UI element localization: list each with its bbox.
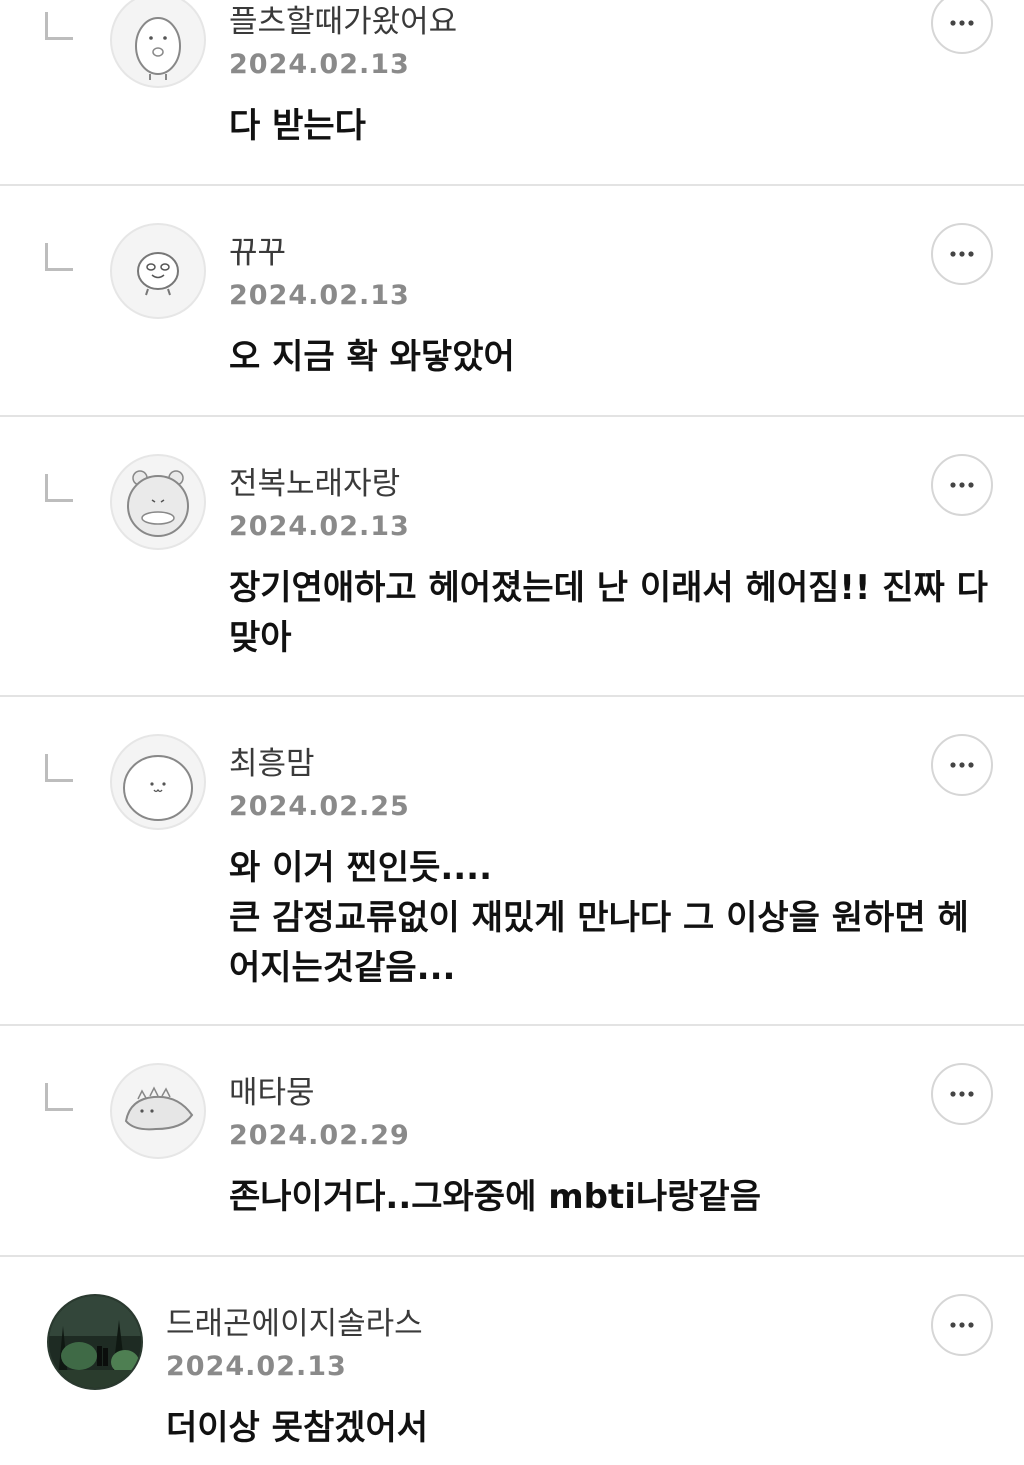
avatar[interactable] <box>110 454 206 550</box>
reply-indent-icon <box>45 12 73 40</box>
bear-character-icon <box>127 470 189 537</box>
more-options-icon <box>950 1091 974 1097</box>
comment-author[interactable]: 최흥맘 <box>229 744 315 784</box>
comment-item: 뀨꾸 2024.02.13 오 지금 확 와닿았어 <box>0 186 1024 415</box>
comment-item: 매타뭉 2024.02.29 존나이거다..그와중에 mbti나랑같음 <box>0 1026 1024 1255</box>
avatar[interactable] <box>110 734 206 830</box>
more-options-button[interactable] <box>931 1063 993 1125</box>
avatar[interactable] <box>47 1294 143 1390</box>
comment-text: 장기연애하고 헤어졌는데 난 이래서 헤어짐!! 진짜 다 맞아 <box>229 568 988 658</box>
forest-photo-avatar <box>49 1296 141 1388</box>
more-options-button[interactable] <box>931 454 993 516</box>
penguin-character-icon <box>135 17 181 80</box>
avatar[interactable] <box>110 0 206 88</box>
bird-character-icon <box>137 252 179 296</box>
comment-text: 오 지금 확 와닿았어 <box>229 337 515 377</box>
more-options-button[interactable] <box>931 0 993 54</box>
comment-item: 전복노래자랑 2024.02.13 장기연애하고 헤어졌는데 난 이래서 헤어짐… <box>0 417 1024 695</box>
comment-date: 2024.02.13 <box>229 511 410 542</box>
comment-date: 2024.02.25 <box>229 791 410 822</box>
reply-indent-icon <box>45 243 73 271</box>
comment-author[interactable]: 플츠할때가왔어요 <box>229 2 457 42</box>
comment-text: 와 이거 찐인듯.... 큰 감정교류없이 재밌게 만나다 그 이상을 원하면 … <box>229 848 969 988</box>
comment-date: 2024.02.13 <box>166 1351 347 1382</box>
comment-text: 존나이거다..그와중에 mbti나랑같음 <box>229 1177 761 1217</box>
comment-author[interactable]: 드래곤에이지솔라스 <box>166 1304 423 1344</box>
reply-indent-icon <box>45 474 73 502</box>
comment-item: 플츠할때가왔어요 2024.02.13 다 받는다 <box>0 0 1024 184</box>
more-options-button[interactable] <box>931 223 993 285</box>
more-options-icon <box>950 20 974 26</box>
more-options-icon <box>950 482 974 488</box>
comment-item: 드래곤에이지솔라스 2024.02.13 더이상 못참겠어서 <box>0 1257 1024 1465</box>
reply-indent-icon <box>45 1083 73 1111</box>
comment-author[interactable]: 전복노래자랑 <box>229 464 400 504</box>
reply-indent-icon <box>45 754 73 782</box>
dinosaur-character-icon <box>124 1086 194 1131</box>
more-options-icon <box>950 1322 974 1328</box>
more-options-icon <box>950 251 974 257</box>
more-options-button[interactable] <box>931 1294 993 1356</box>
comment-item: 최흥맘 2024.02.25 와 이거 찐인듯.... 큰 감정교류없이 재밌게… <box>0 697 1024 1024</box>
round-character-icon <box>123 755 193 821</box>
comment-text: 다 받는다 <box>229 106 366 146</box>
comment-author[interactable]: 뀨꾸 <box>229 233 286 273</box>
comment-date: 2024.02.29 <box>229 1120 410 1151</box>
comment-date: 2024.02.13 <box>229 49 410 80</box>
more-options-button[interactable] <box>931 734 993 796</box>
more-options-icon <box>950 762 974 768</box>
avatar[interactable] <box>110 223 206 319</box>
comment-date: 2024.02.13 <box>229 280 410 311</box>
comment-author[interactable]: 매타뭉 <box>229 1073 315 1113</box>
comment-text: 더이상 못참겠어서 <box>166 1408 429 1448</box>
avatar[interactable] <box>110 1063 206 1159</box>
